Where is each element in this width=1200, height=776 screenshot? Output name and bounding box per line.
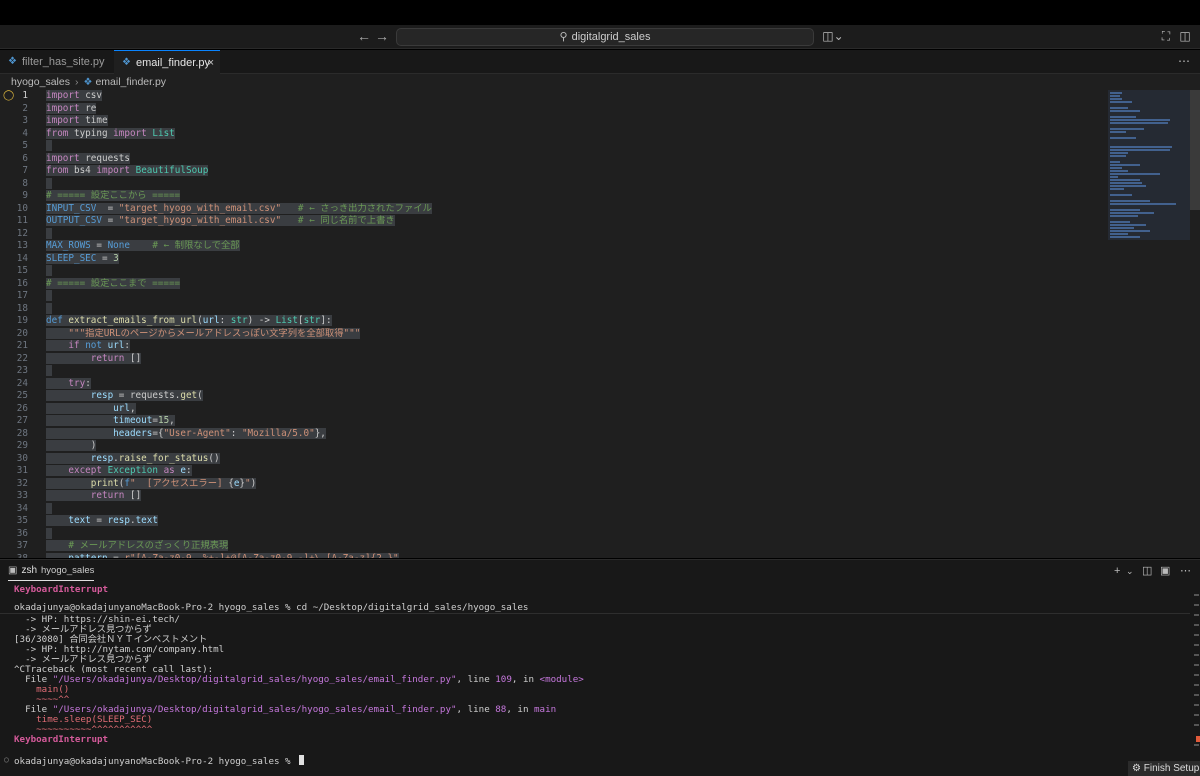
prompt-dot-icon: ○ [4, 755, 9, 764]
code-line: 18 [0, 302, 1110, 316]
code-line: 8 [0, 177, 1110, 191]
chevron-down-icon[interactable]: ⌄ [1126, 564, 1134, 578]
top-bar [0, 0, 1200, 25]
code-line: 15 [0, 265, 1110, 278]
lock-icon[interactable]: ▣ [1160, 564, 1170, 578]
code-line: 21 if not url: [16, 340, 131, 351]
minimap[interactable] [1108, 90, 1190, 240]
code-line: 27 timeout=15, [16, 415, 175, 426]
code-line: 19 def extract_emails_from_url(url: str) … [16, 315, 332, 326]
more-actions-icon[interactable]: ⋯ [1180, 564, 1191, 578]
code-line: 36 [0, 527, 1110, 541]
terminal-shell: zsh [21, 565, 38, 576]
search-text: digitalgrid_sales [571, 31, 651, 43]
code-line: 28 headers={"User-Agent": "Mozilla/5.0"}… [16, 427, 326, 439]
code-line: 2 import re [22, 102, 97, 114]
code-line: 38 pattern = r"[A-Za-z0-9._%+-]+@[A-Za-z… [0, 552, 1110, 558]
terminal-name: hyogo_sales [41, 565, 95, 576]
code-line: 26 url, [16, 402, 136, 414]
tab-label: filter_has_site.py [22, 56, 105, 68]
code-line: 29 ) [16, 440, 97, 451]
close-icon[interactable]: × [208, 51, 214, 75]
terminal-cursor [299, 755, 305, 765]
terminal-scrollbar[interactable] [1194, 594, 1200, 754]
code-line: 24 try: [16, 377, 91, 389]
breadcrumb-folder[interactable]: hyogo_sales [11, 76, 70, 88]
finish-setup-label: Finish Setup [1143, 763, 1200, 774]
terminal-tab[interactable]: ▣ zsh hyogo_sales [8, 560, 94, 582]
code-line: 3 import time [22, 115, 108, 126]
panel-tabs: ▣ zsh hyogo_sales + ⌄ ◫ ▣ ⋯ [0, 560, 1200, 582]
code-line: 7 from bs4 import BeautifulSoup [22, 165, 209, 176]
more-actions-icon[interactable]: ⋯ [1178, 50, 1190, 72]
title-bar: ← → ⚲ digitalgrid_sales ◫⌄ ⛶ ◫ [0, 25, 1200, 49]
code-editor[interactable]: ◯ 1 import csv 2 import re 3 import time 4f… [0, 90, 1200, 558]
arrow-left-icon[interactable]: ← [356, 28, 372, 44]
search-icon: ⚲ [559, 31, 568, 43]
chevron-right-icon: › [74, 76, 79, 88]
layout-icon[interactable]: ⛶ [1159, 29, 1173, 43]
sidebar-toggle-icon[interactable]: ◫ [1178, 29, 1192, 43]
code-line: 31 except Exception as e: [16, 465, 192, 476]
code-line: 11 OUTPUT_CSV = "target_hyogo_with_email.… [16, 215, 395, 226]
code-line: 4 from typing import List [22, 127, 175, 139]
finish-setup-button[interactable]: ⚙ Finish Setup [1128, 761, 1200, 776]
code-line: 12 [0, 227, 1110, 241]
python-file-icon: ❖ [8, 56, 17, 67]
tab-label: email_finder.py [136, 57, 210, 69]
code-line: 25 resp = requests.get( [16, 390, 203, 401]
code-line: 10 INPUT_CSV = "target_hyogo_with_email.c… [16, 202, 432, 214]
terminal-line: KeyboardInterrupt [14, 734, 109, 745]
terminal-line: KeyboardInterrupt [14, 584, 109, 595]
split-icon[interactable]: ◫ [1142, 564, 1152, 578]
python-file-icon: ❖ [83, 77, 93, 88]
breadcrumb: hyogo_sales › ❖ email_finder.py [0, 74, 1200, 90]
chat-icon[interactable]: ◫⌄ [822, 29, 844, 43]
code-line: 6 import requests [22, 152, 130, 164]
code-line: 16 # ===== 設定ここまで ===== [16, 277, 181, 289]
code-line: 1 import csv [22, 90, 102, 101]
terminal-icon: ▣ [8, 565, 18, 576]
code-line: 9 # ===== 設定ここから ===== [22, 190, 181, 201]
code-line: 35 text = resp.text [16, 515, 158, 526]
code-line: 34 [0, 502, 1110, 516]
tab-email-finder[interactable]: ❖ email_finder.py × [114, 50, 220, 74]
terminal-line: File "/Users/okadajunya/Desktop/digitalg… [14, 674, 584, 685]
command-center-search[interactable]: ⚲ digitalgrid_sales [396, 28, 814, 46]
code-line: 20 """指定URLのページからメールアドレスっぽい文字列を全部取得""" [16, 327, 361, 339]
code-line: 5 [0, 140, 1110, 153]
code-line: 32 print(f" [アクセスエラー] {e}") [16, 477, 257, 489]
editor-tabs: ❖ filter_has_site.py ❖ email_finder.py ×… [0, 50, 1200, 74]
arrow-right-icon[interactable]: → [374, 28, 390, 44]
python-file-icon: ❖ [122, 57, 131, 68]
tab-filter-has-site[interactable]: ❖ filter_has_site.py [0, 50, 112, 74]
code-line: 33 return [] [16, 490, 142, 501]
code-line: 22 return [] [16, 352, 142, 364]
terminal-output[interactable]: KeyboardInterrupt okadajunya@okadajunyan… [0, 582, 1190, 776]
code-line: 14 SLEEP_SEC = 3 [16, 252, 119, 264]
terminal-prompt[interactable]: okadajunya@okadajunyanoMacBook-Pro-2 hyo… [14, 755, 305, 767]
editor-scrollbar[interactable] [1190, 90, 1200, 210]
code-line: 37 # メールアドレスのざっくり正規表現 [16, 540, 229, 551]
code-line: 23 [0, 365, 1110, 378]
code-line: 30 resp.raise_for_status() [16, 452, 220, 464]
gear-icon: ⚙ [1132, 763, 1141, 774]
code-line: 17 [0, 290, 1110, 303]
add-terminal-icon[interactable]: + [1114, 564, 1120, 578]
active-tab-indicator [8, 580, 94, 581]
terminal-panel: ▣ zsh hyogo_sales + ⌄ ◫ ▣ ⋯ KeyboardInterr… [0, 559, 1200, 776]
code-line: 13 MAX_ROWS = None # ← 制限なしで全部 [16, 240, 240, 251]
breadcrumb-file[interactable]: email_finder.py [95, 76, 166, 88]
terminal-line: okadajunya@okadajunyanoMacBook-Pro-2 hyo… [14, 602, 529, 613]
